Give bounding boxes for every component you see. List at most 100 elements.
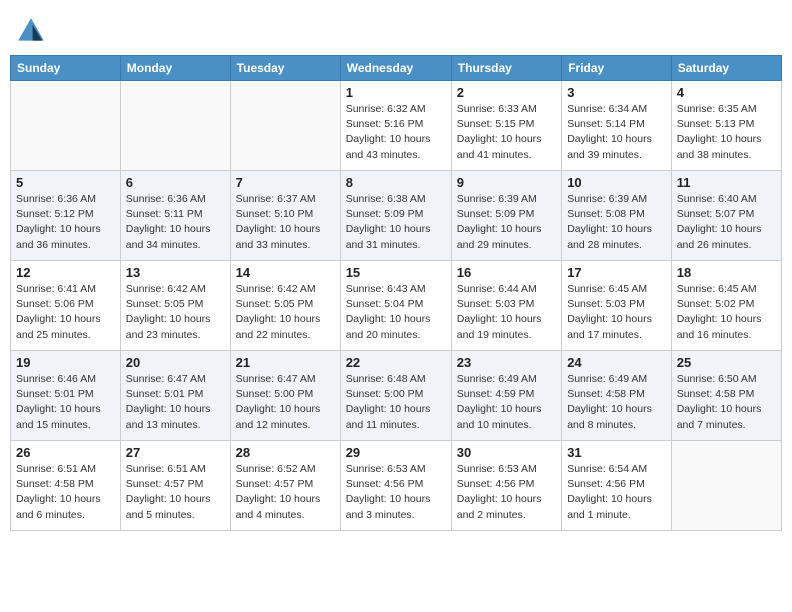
calendar-cell: 2Sunrise: 6:33 AMSunset: 5:15 PMDaylight… [451,81,561,171]
calendar-week-2: 5 Sunrise: 6:36 AMSunset: 5:12 PMDaylight… [11,171,782,261]
calendar-cell: 13 Sunrise: 6:42 AMSunset: 5:05 PMDayligh… [120,261,230,351]
day-info: Sunrise: 6:49 AMSunset: 4:58 PMDaylight:… [567,372,666,433]
day-number: 11 [677,175,776,190]
day-info: Sunrise: 6:51 AMSunset: 4:58 PMDaylight:… [16,462,115,523]
day-info: Sunrise: 6:35 AMSunset: 5:13 PMDaylight:… [677,102,776,163]
calendar-cell: 7 Sunrise: 6:37 AMSunset: 5:10 PMDaylight… [230,171,340,261]
day-number: 22 [346,355,446,370]
day-info: Sunrise: 6:41 AMSunset: 5:06 PMDaylight:… [16,282,115,343]
calendar-cell: 23Sunrise: 6:49 AMSunset: 4:59 PMDayligh… [451,351,561,441]
calendar-cell: 18Sunrise: 6:45 AMSunset: 5:02 PMDayligh… [671,261,781,351]
day-info: Sunrise: 6:32 AMSunset: 5:16 PMDaylight:… [346,102,446,163]
day-info: Sunrise: 6:43 AMSunset: 5:04 PMDaylight:… [346,282,446,343]
calendar-cell: 15Sunrise: 6:43 AMSunset: 5:04 PMDayligh… [340,261,451,351]
calendar-table: SundayMondayTuesdayWednesdayThursdayFrid… [10,55,782,531]
day-header-wednesday: Wednesday [340,56,451,81]
day-number: 10 [567,175,666,190]
day-info: Sunrise: 6:53 AMSunset: 4:56 PMDaylight:… [457,462,556,523]
calendar-cell: 25 Sunrise: 6:50 AMSunset: 4:58 PMDayligh… [671,351,781,441]
day-info: Sunrise: 6:39 AMSunset: 5:08 PMDaylight:… [567,192,666,253]
day-info: Sunrise: 6:50 AMSunset: 4:58 PMDaylight:… [677,372,776,433]
day-number: 3 [567,85,666,100]
day-number: 24 [567,355,666,370]
calendar-cell: 8 Sunrise: 6:38 AMSunset: 5:09 PMDaylight… [340,171,451,261]
calendar-cell: 16 Sunrise: 6:44 AMSunset: 5:03 PMDayligh… [451,261,561,351]
calendar-cell: 24 Sunrise: 6:49 AMSunset: 4:58 PMDayligh… [562,351,672,441]
day-number: 14 [236,265,335,280]
day-number: 30 [457,445,556,460]
day-info: Sunrise: 6:39 AMSunset: 5:09 PMDaylight:… [457,192,556,253]
day-info: Sunrise: 6:45 AMSunset: 5:02 PMDaylight:… [677,282,776,343]
day-info: Sunrise: 6:42 AMSunset: 5:05 PMDaylight:… [236,282,335,343]
day-number: 4 [677,85,776,100]
calendar-week-3: 12 Sunrise: 6:41 AMSunset: 5:06 PMDayligh… [11,261,782,351]
calendar-cell: 10 Sunrise: 6:39 AMSunset: 5:08 PMDayligh… [562,171,672,261]
day-info: Sunrise: 6:36 AMSunset: 5:12 PMDaylight:… [16,192,115,253]
day-header-saturday: Saturday [671,56,781,81]
calendar-cell: 28 Sunrise: 6:52 AMSunset: 4:57 PMDayligh… [230,441,340,531]
day-number: 9 [457,175,556,190]
calendar-cell: 4 Sunrise: 6:35 AMSunset: 5:13 PMDaylight… [671,81,781,171]
day-number: 5 [16,175,115,190]
day-header-thursday: Thursday [451,56,561,81]
day-info: Sunrise: 6:34 AMSunset: 5:14 PMDaylight:… [567,102,666,163]
day-number: 20 [126,355,225,370]
day-number: 16 [457,265,556,280]
calendar-cell [120,81,230,171]
day-info: Sunrise: 6:38 AMSunset: 5:09 PMDaylight:… [346,192,446,253]
calendar-cell: 14 Sunrise: 6:42 AMSunset: 5:05 PMDayligh… [230,261,340,351]
calendar-cell: 17Sunrise: 6:45 AMSunset: 5:03 PMDayligh… [562,261,672,351]
day-info: Sunrise: 6:36 AMSunset: 5:11 PMDaylight:… [126,192,225,253]
day-info: Sunrise: 6:44 AMSunset: 5:03 PMDaylight:… [457,282,556,343]
day-info: Sunrise: 6:37 AMSunset: 5:10 PMDaylight:… [236,192,335,253]
calendar-cell: 22 Sunrise: 6:48 AMSunset: 5:00 PMDayligh… [340,351,451,441]
day-number: 31 [567,445,666,460]
day-number: 28 [236,445,335,460]
day-number: 7 [236,175,335,190]
day-number: 1 [346,85,446,100]
calendar-cell: 9 Sunrise: 6:39 AMSunset: 5:09 PMDaylight… [451,171,561,261]
day-info: Sunrise: 6:40 AMSunset: 5:07 PMDaylight:… [677,192,776,253]
calendar-cell [671,441,781,531]
day-header-tuesday: Tuesday [230,56,340,81]
calendar-week-5: 26 Sunrise: 6:51 AMSunset: 4:58 PMDayligh… [11,441,782,531]
day-info: Sunrise: 6:48 AMSunset: 5:00 PMDaylight:… [346,372,446,433]
day-number: 27 [126,445,225,460]
day-info: Sunrise: 6:54 AMSunset: 4:56 PMDaylight:… [567,462,666,523]
day-number: 2 [457,85,556,100]
calendar-cell: 21 Sunrise: 6:47 AMSunset: 5:00 PMDayligh… [230,351,340,441]
calendar-cell: 19Sunrise: 6:46 AMSunset: 5:01 PMDayligh… [11,351,121,441]
day-info: Sunrise: 6:46 AMSunset: 5:01 PMDaylight:… [16,372,115,433]
day-number: 21 [236,355,335,370]
day-info: Sunrise: 6:42 AMSunset: 5:05 PMDaylight:… [126,282,225,343]
calendar-cell: 20Sunrise: 6:47 AMSunset: 5:01 PMDayligh… [120,351,230,441]
day-header-sunday: Sunday [11,56,121,81]
day-info: Sunrise: 6:52 AMSunset: 4:57 PMDaylight:… [236,462,335,523]
day-info: Sunrise: 6:47 AMSunset: 5:00 PMDaylight:… [236,372,335,433]
day-header-friday: Friday [562,56,672,81]
day-number: 8 [346,175,446,190]
day-number: 12 [16,265,115,280]
page-header [10,10,782,47]
day-info: Sunrise: 6:51 AMSunset: 4:57 PMDaylight:… [126,462,225,523]
calendar-cell: 27 Sunrise: 6:51 AMSunset: 4:57 PMDayligh… [120,441,230,531]
day-number: 26 [16,445,115,460]
calendar-week-1: 1 Sunrise: 6:32 AMSunset: 5:16 PMDaylight… [11,81,782,171]
calendar-cell: 5 Sunrise: 6:36 AMSunset: 5:12 PMDaylight… [11,171,121,261]
logo [15,15,51,47]
logo-icon [15,15,47,47]
calendar-cell [230,81,340,171]
calendar-cell: 26 Sunrise: 6:51 AMSunset: 4:58 PMDayligh… [11,441,121,531]
calendar-header-row: SundayMondayTuesdayWednesdayThursdayFrid… [11,56,782,81]
day-number: 13 [126,265,225,280]
calendar-cell [11,81,121,171]
day-number: 25 [677,355,776,370]
day-number: 6 [126,175,225,190]
calendar-cell: 11 Sunrise: 6:40 AMSunset: 5:07 PMDayligh… [671,171,781,261]
calendar-cell: 30 Sunrise: 6:53 AMSunset: 4:56 PMDayligh… [451,441,561,531]
calendar-week-4: 19Sunrise: 6:46 AMSunset: 5:01 PMDayligh… [11,351,782,441]
calendar-cell: 31 Sunrise: 6:54 AMSunset: 4:56 PMDayligh… [562,441,672,531]
day-info: Sunrise: 6:45 AMSunset: 5:03 PMDaylight:… [567,282,666,343]
day-header-monday: Monday [120,56,230,81]
calendar-cell: 6 Sunrise: 6:36 AMSunset: 5:11 PMDaylight… [120,171,230,261]
